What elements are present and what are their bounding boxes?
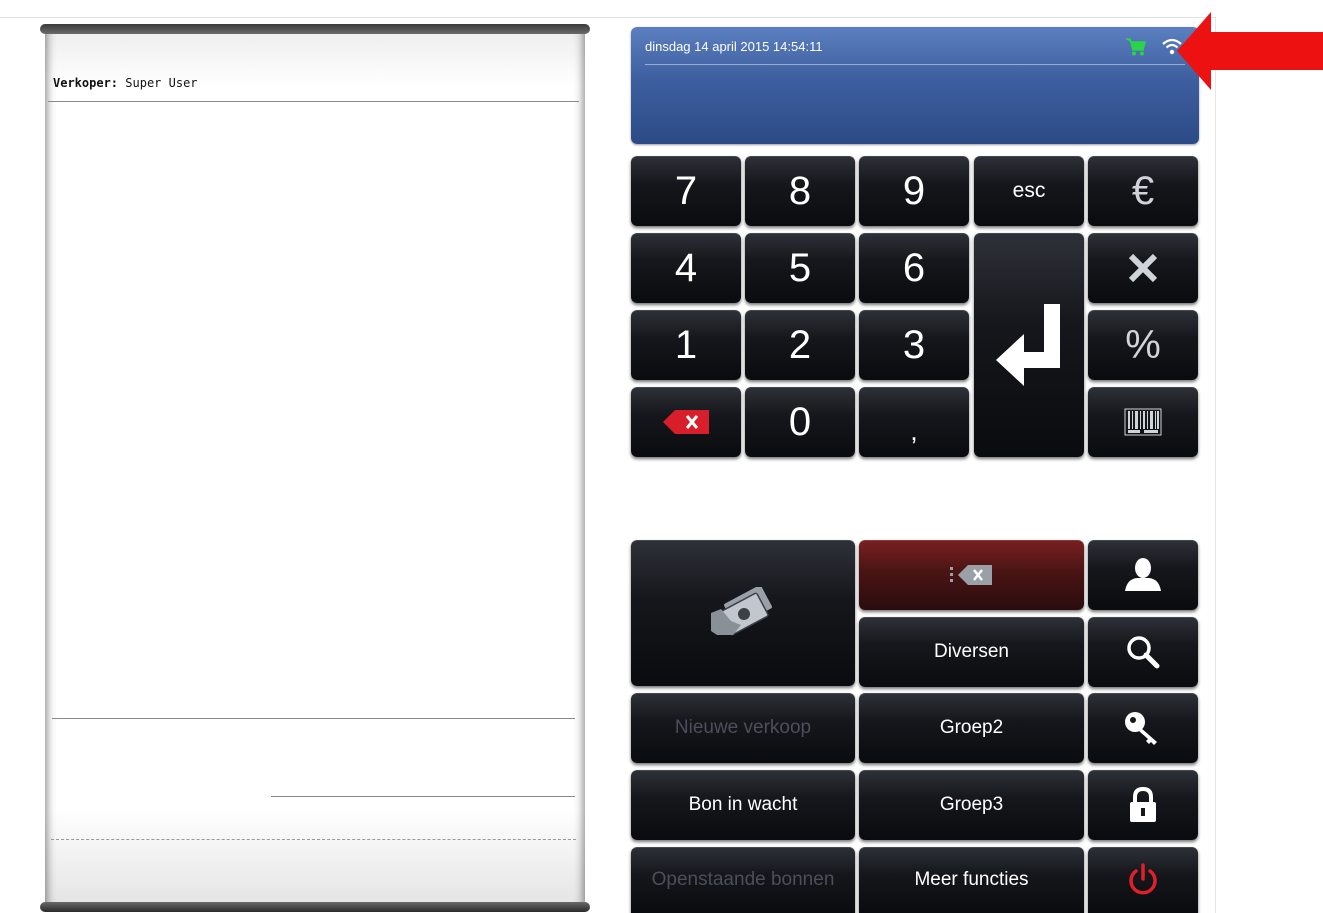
backspace-icon bbox=[663, 410, 709, 434]
key-7[interactable]: 7 bbox=[631, 156, 741, 226]
seller-label: Verkoper: bbox=[53, 76, 119, 90]
void-item-button[interactable] bbox=[859, 540, 1084, 610]
total-divider bbox=[52, 718, 575, 719]
cart-icon bbox=[1126, 38, 1146, 56]
multiply-button[interactable] bbox=[1088, 233, 1198, 303]
key-6-label: 6 bbox=[902, 245, 926, 290]
nieuwe-verkoop-button[interactable]: Nieuwe verkoop bbox=[631, 693, 855, 763]
enter-icon bbox=[996, 304, 1060, 386]
meer-functies-button[interactable]: Meer functies bbox=[859, 847, 1084, 913]
header-divider bbox=[48, 101, 579, 102]
key-4-label: 4 bbox=[674, 245, 698, 290]
subtotal-divider bbox=[271, 796, 575, 797]
key-7-label: 7 bbox=[674, 168, 698, 213]
backspace-button[interactable] bbox=[631, 387, 741, 457]
comma-label: , bbox=[910, 416, 918, 446]
key-2-label: 2 bbox=[788, 322, 812, 367]
key-3-label: 3 bbox=[902, 322, 926, 367]
power-icon bbox=[1129, 863, 1157, 895]
dashed-divider bbox=[51, 839, 576, 840]
key-8[interactable]: 8 bbox=[745, 156, 855, 226]
euro-label: € bbox=[1131, 168, 1155, 213]
openstaande-bonnen-label: Openstaande bonnen bbox=[651, 869, 835, 890]
groep2-button[interactable]: Groep2 bbox=[859, 693, 1084, 763]
receipt-roll-top bbox=[40, 24, 590, 34]
multiply-icon bbox=[1128, 253, 1158, 283]
seller-line: Verkoper: Super User bbox=[53, 76, 198, 90]
power-button[interactable] bbox=[1088, 847, 1198, 913]
percent-label: % bbox=[1125, 322, 1161, 367]
enter-button[interactable] bbox=[974, 233, 1084, 457]
key-button[interactable] bbox=[1088, 693, 1198, 763]
key-2[interactable]: 2 bbox=[745, 310, 855, 380]
key-1-label: 1 bbox=[674, 322, 698, 367]
receipt-panel: Verkoper: Super User bbox=[40, 24, 590, 913]
key-6[interactable]: 6 bbox=[859, 233, 969, 303]
key-5[interactable]: 5 bbox=[745, 233, 855, 303]
pos-display: dinsdag 14 april 2015 14:54:11 bbox=[631, 27, 1199, 144]
key-1[interactable]: 1 bbox=[631, 310, 741, 380]
red-arrow-annotation bbox=[1177, 12, 1323, 90]
user-icon bbox=[1125, 558, 1161, 591]
comma-button[interactable]: , bbox=[859, 387, 969, 457]
euro-button[interactable]: € bbox=[1088, 156, 1198, 226]
void-tag-icon bbox=[949, 565, 992, 585]
key-9[interactable]: 9 bbox=[859, 156, 969, 226]
right-divider bbox=[1215, 17, 1216, 913]
groep3-label: Groep3 bbox=[939, 794, 1004, 815]
key-0-label: 0 bbox=[788, 399, 812, 444]
search-icon bbox=[1127, 636, 1160, 669]
top-divider bbox=[0, 17, 1215, 18]
key-0[interactable]: 0 bbox=[745, 387, 855, 457]
search-button[interactable] bbox=[1088, 617, 1198, 687]
percent-button[interactable]: % bbox=[1088, 310, 1198, 380]
lock-button[interactable] bbox=[1088, 770, 1198, 840]
key-3[interactable]: 3 bbox=[859, 310, 969, 380]
payment-icon bbox=[711, 587, 772, 636]
key-9-label: 9 bbox=[902, 168, 926, 213]
key-8-label: 8 bbox=[788, 168, 812, 213]
payment-button[interactable] bbox=[631, 540, 855, 686]
esc-button[interactable]: esc bbox=[974, 156, 1084, 226]
user-button[interactable] bbox=[1088, 540, 1198, 610]
key-4[interactable]: 4 bbox=[631, 233, 741, 303]
seller-name: Super User bbox=[125, 76, 198, 90]
esc-label: esc bbox=[1012, 179, 1046, 202]
barcode-button[interactable] bbox=[1088, 387, 1198, 457]
barcode-icon bbox=[1124, 408, 1162, 436]
nieuwe-verkoop-label: Nieuwe verkoop bbox=[674, 717, 812, 738]
datetime-display: dinsdag 14 april 2015 14:54:11 bbox=[645, 39, 823, 54]
groep3-button[interactable]: Groep3 bbox=[859, 770, 1084, 840]
key-icon bbox=[1125, 712, 1157, 745]
lock-icon bbox=[1130, 786, 1156, 822]
bon-in-wacht-label: Bon in wacht bbox=[688, 794, 798, 815]
receipt-roll-bottom bbox=[40, 902, 590, 912]
diversen-button[interactable]: Diversen bbox=[859, 617, 1084, 687]
receipt-paper: Verkoper: Super User bbox=[45, 30, 585, 906]
meer-functies-label: Meer functies bbox=[914, 869, 1029, 890]
display-divider bbox=[645, 64, 1185, 65]
diversen-label: Diversen bbox=[934, 641, 1009, 662]
openstaande-bonnen-button[interactable]: Openstaande bonnen bbox=[631, 847, 855, 913]
key-5-label: 5 bbox=[788, 245, 812, 290]
bon-in-wacht-button[interactable]: Bon in wacht bbox=[631, 770, 855, 840]
groep2-label: Groep2 bbox=[939, 717, 1004, 738]
